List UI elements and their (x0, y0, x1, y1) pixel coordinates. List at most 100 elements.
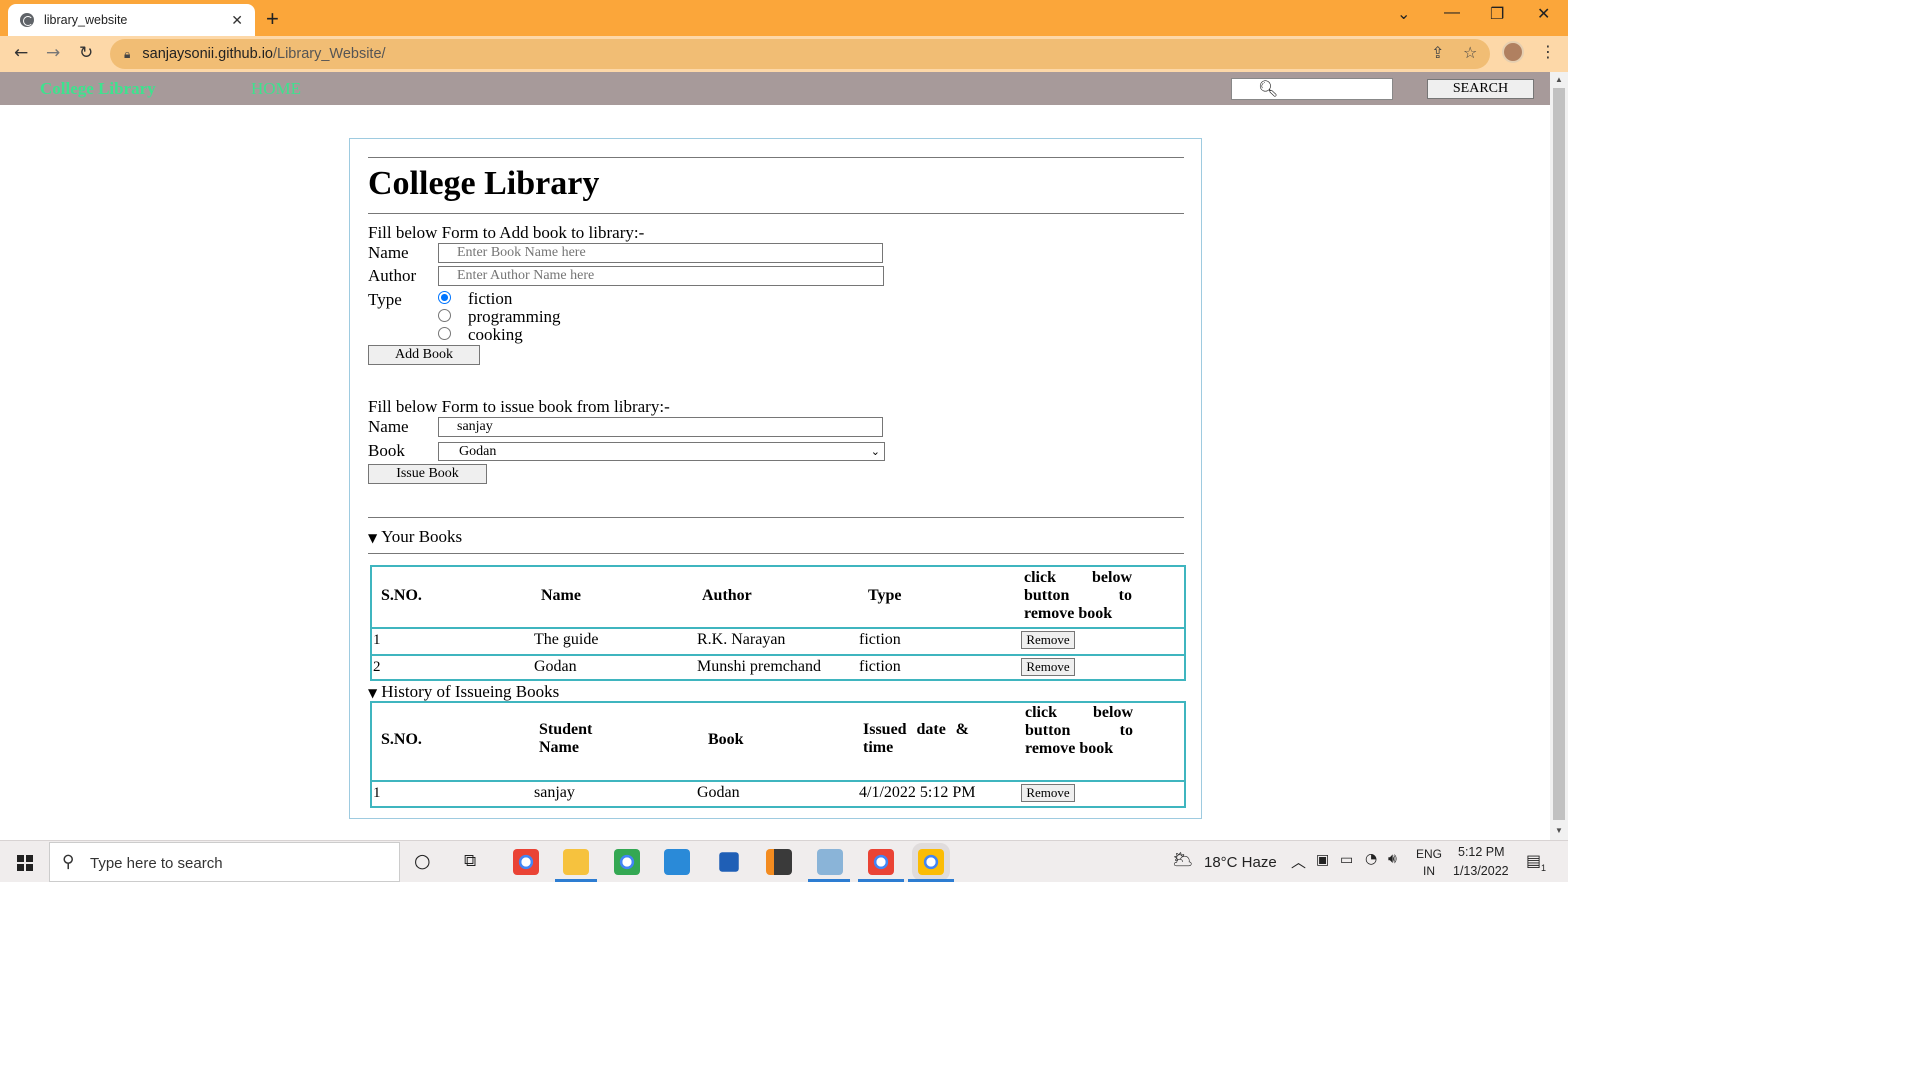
scroll-down-icon[interactable]: ▼ (1555, 826, 1563, 835)
cell-name: Godan (534, 658, 577, 675)
vscode-icon[interactable] (664, 849, 690, 875)
profile-avatar[interactable] (1502, 41, 1524, 63)
forward-icon[interactable]: → (46, 43, 60, 63)
back-icon[interactable]: ← (14, 43, 28, 63)
author-input[interactable]: Enter Author Name here (438, 266, 884, 286)
active-app-indicator (808, 879, 850, 882)
type-label: Type (368, 290, 402, 309)
history-table: S.NO. Student Name Book Issued date & ti… (370, 701, 1186, 808)
meet-now-icon[interactable]: ▣ (1316, 852, 1329, 868)
add-book-button[interactable]: Add Book (368, 345, 480, 365)
windows-taskbar: ⚲ Type here to search ○ ⧉ 🌥︎ 18°C Haze ︿… (0, 840, 1568, 882)
file-explorer-icon[interactable] (563, 849, 589, 875)
word-icon[interactable] (719, 852, 739, 872)
remove-button[interactable]: Remove (1021, 631, 1075, 649)
scroll-up-icon[interactable]: ▲ (1555, 75, 1563, 84)
book-name-input[interactable]: Enter Book Name here (438, 243, 883, 263)
reload-icon[interactable]: ↻ (79, 43, 93, 63)
minimize-icon[interactable]: — (1444, 4, 1460, 22)
divider (368, 213, 1184, 214)
radio-fiction-label: fiction (468, 289, 513, 308)
student-name-input[interactable]: sanjay (438, 417, 883, 437)
notification-center-icon[interactable]: ▤ (1526, 851, 1541, 870)
cortana-icon[interactable]: ○ (414, 850, 431, 872)
table-header-row: S.NO. Student Name Book Issued date & ti… (372, 703, 1184, 780)
cell-sno: 2 (373, 659, 381, 675)
your-books-summary-label: Your Books (381, 527, 463, 546)
book-select-label: Book (368, 441, 405, 460)
book-select[interactable]: Godan ⌄ (438, 442, 885, 461)
battery-icon[interactable]: ▭ (1340, 852, 1353, 868)
new-tab-icon[interactable]: + (266, 6, 279, 32)
windows-start-icon[interactable] (17, 855, 33, 871)
radio-programming-label: programming (468, 307, 561, 326)
add-form-heading: Fill below Form to Add book to library:- (368, 223, 645, 242)
task-view-icon[interactable]: ⧉ (464, 851, 476, 871)
remove-button[interactable]: Remove (1021, 658, 1075, 676)
tab-search-chevron-icon[interactable]: ⌄ (1397, 4, 1410, 24)
search-input[interactable]: 🔍︎ (1231, 78, 1393, 100)
disclosure-triangle-icon: ▼ (368, 686, 378, 700)
bookmark-star-icon[interactable]: ☆ (1463, 43, 1477, 62)
search-button[interactable]: SEARCH (1427, 79, 1534, 99)
window-close-icon[interactable]: ✕ (1537, 4, 1550, 24)
cell-student: sanjay (534, 784, 575, 801)
divider (368, 157, 1184, 158)
sublime-text-icon[interactable] (766, 849, 792, 875)
chrome-active-window-icon[interactable] (918, 849, 944, 875)
browser-tab-strip: library_website ✕ + ⌄ — ❐ ✕ (0, 0, 1568, 36)
tab-close-icon[interactable]: ✕ (231, 12, 243, 29)
active-app-indicator (858, 879, 904, 882)
share-icon[interactable]: ⇪ (1431, 43, 1444, 62)
history-summary-label: History of Issueing Books (381, 682, 560, 701)
radio-programming[interactable] (438, 309, 451, 322)
chrome-window-icon[interactable] (868, 849, 894, 875)
brand-link[interactable]: College Library (40, 79, 156, 99)
language-bottom[interactable]: IN (1423, 864, 1435, 878)
cell-sno: 1 (373, 785, 381, 801)
browser-toolbar: ← → ↻ 🔒︎ sanjaysonii.github.io/Library_W… (0, 36, 1568, 72)
cell-sno: 1 (373, 632, 381, 648)
header-type: Type (868, 587, 902, 604)
globe-icon (20, 13, 34, 27)
taskbar-search-placeholder: Type here to search (90, 855, 223, 872)
language-top[interactable]: ENG (1416, 847, 1442, 861)
page-scrollbar[interactable]: ▲ ▼ (1550, 72, 1568, 840)
remove-button[interactable]: Remove (1021, 784, 1075, 802)
radio-fiction[interactable] (438, 291, 451, 304)
scrollbar-thumb[interactable] (1553, 88, 1565, 820)
lock-icon: 🔒︎ (124, 46, 131, 61)
browser-tab[interactable]: library_website ✕ (8, 4, 255, 36)
address-bar[interactable]: 🔒︎ sanjaysonii.github.io/Library_Website… (110, 39, 1490, 69)
chrome-profile-icon[interactable] (614, 849, 640, 875)
browser-menu-icon[interactable]: ⋮ (1540, 42, 1556, 61)
cell-issued: 4/1/2022 5:12 PM (859, 784, 976, 801)
header-student-name: Student Name (539, 721, 593, 756)
tray-chevron-up-icon[interactable]: ︿ (1291, 851, 1306, 872)
home-link[interactable]: HOME (251, 79, 301, 99)
radio-cooking[interactable] (438, 327, 451, 340)
taskbar-search[interactable]: ⚲ Type here to search (49, 842, 400, 882)
weather-haze-icon[interactable]: 🌥︎ (1172, 850, 1194, 870)
clock-time[interactable]: 5:12 PM (1458, 845, 1505, 859)
url-domain: sanjaysonii.github.io (142, 46, 273, 62)
issue-book-button[interactable]: Issue Book (368, 464, 487, 484)
table-row: 2 Godan Munshi premchand fiction Remove (372, 654, 1184, 679)
wifi-icon[interactable]: ◔ (1365, 851, 1377, 867)
weather-text[interactable]: 18°C Haze (1204, 854, 1277, 871)
clock-date[interactable]: 1/13/2022 (1453, 864, 1509, 878)
author-label: Author (368, 266, 417, 285)
student-name-label: Name (368, 417, 409, 436)
header-remove: click below button to remove book (1025, 704, 1133, 757)
volume-icon[interactable]: 🔊︎ (1388, 851, 1397, 867)
cell-author: R.K. Narayan (697, 631, 786, 648)
your-books-summary[interactable]: ▼ Your Books (368, 527, 462, 547)
search-icon: 🔍︎ (1258, 79, 1279, 98)
chrome-icon[interactable] (513, 849, 539, 875)
site-navbar: College Library HOME 🔍︎ SEARCH (0, 72, 1550, 105)
history-summary[interactable]: ▼ History of Issueing Books (368, 682, 559, 702)
header-author: Author (702, 587, 752, 604)
table-row: 1 sanjay Godan 4/1/2022 5:12 PM Remove (372, 780, 1184, 806)
app-icon[interactable] (817, 849, 843, 875)
restore-icon[interactable]: ❐ (1490, 4, 1504, 24)
